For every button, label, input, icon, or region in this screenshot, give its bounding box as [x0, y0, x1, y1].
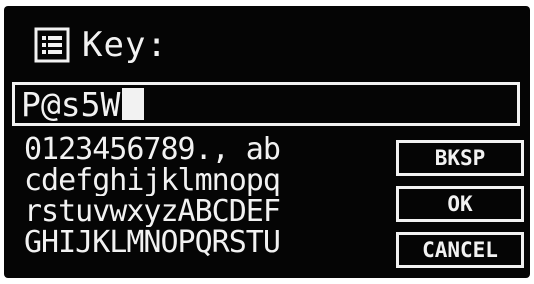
lcd-screen: Key: P@s5W 0123456789., ab cdefghijklmno…	[4, 6, 530, 278]
ok-button[interactable]: OK	[396, 186, 524, 222]
backspace-button[interactable]: BKSP	[396, 140, 524, 176]
character-row[interactable]: GHIJKLMNOPQRSTU	[24, 227, 394, 258]
header: Key:	[34, 20, 168, 70]
character-row[interactable]: rstuvwxyzABCDEF	[24, 196, 394, 227]
character-grid[interactable]: 0123456789., ab cdefghijklmnopq rstuvwxy…	[24, 134, 394, 258]
page-title: Key:	[82, 25, 168, 65]
cancel-button[interactable]: CANCEL	[396, 232, 524, 268]
key-input[interactable]: P@s5W	[12, 82, 520, 126]
text-cursor	[122, 88, 145, 120]
character-row[interactable]: 0123456789., ab	[24, 134, 394, 165]
key-input-value: P@s5W	[21, 84, 121, 124]
character-row[interactable]: cdefghijklmnopq	[24, 165, 394, 196]
menu-list-icon	[34, 27, 70, 63]
